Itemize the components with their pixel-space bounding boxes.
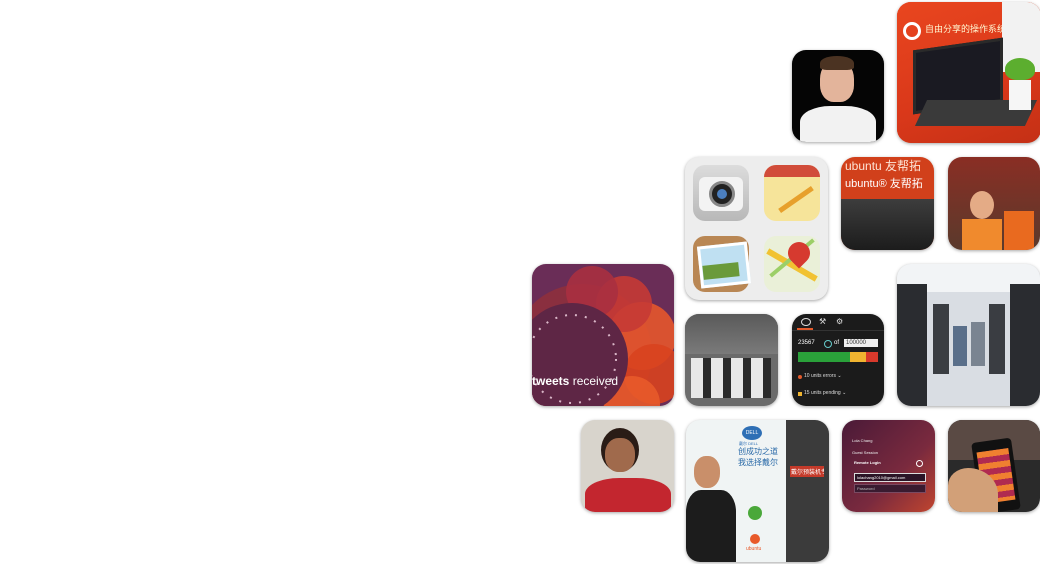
dell-headline-2: 我选择戴尔 xyxy=(738,458,778,467)
dell-ubuntu-word: ubuntu xyxy=(746,546,762,552)
woman-portrait-photo xyxy=(581,420,674,512)
maps-app-icon xyxy=(764,236,820,292)
laptop-sign-text: 自由分享的操作系统 xyxy=(925,25,1007,35)
dell-logo-text: DELL xyxy=(745,430,759,436)
wrench-icon[interactable]: ⚒ xyxy=(819,318,827,326)
laptop-booth-photo: 自由分享的操作系统 xyxy=(897,2,1040,143)
tweets-received-tile: tweets received xyxy=(532,264,674,406)
tweets-bold: tweets xyxy=(532,374,570,388)
pending-icon xyxy=(798,392,802,396)
ubuntu-banner-bottom: ubuntu® 友帮拓 xyxy=(845,178,923,190)
ubuntu-circle-icon xyxy=(750,534,760,544)
ubuntu-event-photo: ubuntu 友帮拓 ubuntu® 友帮拓 xyxy=(841,157,934,250)
stats-tabs: ⚒ ⚙ xyxy=(792,314,884,331)
stats-value-left: 23567 xyxy=(798,340,815,346)
speaker-hair xyxy=(820,56,854,70)
phone-in-hand-photo xyxy=(948,420,1040,512)
camera-app-icon xyxy=(693,165,749,221)
plant-decoration xyxy=(1005,58,1035,80)
photos-app-icon xyxy=(693,236,752,292)
login-user-1[interactable]: Lola Chang xyxy=(852,438,872,443)
ubuntu-banner-top: ubuntu 友帮拓 xyxy=(845,159,922,173)
speaker-portrait-photo xyxy=(792,50,884,142)
dell-logo: DELL xyxy=(742,426,762,440)
dell-side-sign: 戴尔预装机专卖 xyxy=(790,466,824,477)
login-email-value: lolachang2010@gmail.com xyxy=(857,475,906,480)
login-screen-tile: Lola Chang Guest Session Remote Login lo… xyxy=(842,420,935,512)
stats-widget: ⚒ ⚙ 23567 of 100000 10 units errors ⌄ 15… xyxy=(792,314,884,406)
login-user-2[interactable]: Guest Session xyxy=(852,450,878,455)
gear-icon[interactable]: ⚙ xyxy=(836,318,844,326)
man-shirt xyxy=(686,490,736,562)
plant-pot xyxy=(1009,80,1031,110)
stats-of-label: of xyxy=(834,340,840,346)
stats-progress-bar xyxy=(798,352,878,362)
help-icon[interactable] xyxy=(916,460,923,467)
eye-icon[interactable] xyxy=(801,318,811,326)
dell-headline-1: 创成功之道 xyxy=(738,447,778,456)
group-photo xyxy=(948,157,1040,250)
students-photo xyxy=(685,314,778,406)
login-email-field[interactable]: lolachang2010@gmail.com xyxy=(854,473,926,482)
app-icons-tile xyxy=(685,157,828,300)
login-user-3[interactable]: Remote Login xyxy=(854,460,881,465)
stats-row1-text: 10 units errors xyxy=(804,373,836,379)
datacenter-photo xyxy=(897,264,1040,406)
man-head xyxy=(694,456,720,488)
login-password-placeholder: Password xyxy=(857,486,875,491)
green-badge-icon xyxy=(748,506,762,520)
spinner-icon xyxy=(824,340,832,348)
stats-value-input[interactable]: 100000 xyxy=(844,339,878,347)
tweets-received-label: tweets received xyxy=(532,374,618,388)
stats-row2-text: 15 units pending xyxy=(804,390,841,396)
error-icon xyxy=(798,375,802,379)
ubuntu-logo-icon xyxy=(903,22,921,40)
notes-app-icon xyxy=(764,165,820,221)
dell-booth-photo: DELL 戴尔 DELL 创成功之道 我选择戴尔 戴尔预装机专卖 ubuntu xyxy=(686,420,829,562)
speaker-shirt xyxy=(800,106,876,142)
stats-row1: 10 units errors ⌄ xyxy=(804,373,842,379)
tweets-rest: received xyxy=(569,374,619,388)
login-password-field[interactable]: Password xyxy=(854,484,926,493)
crowd-area xyxy=(841,199,934,250)
stats-row2: 15 units pending ⌄ xyxy=(804,390,847,396)
